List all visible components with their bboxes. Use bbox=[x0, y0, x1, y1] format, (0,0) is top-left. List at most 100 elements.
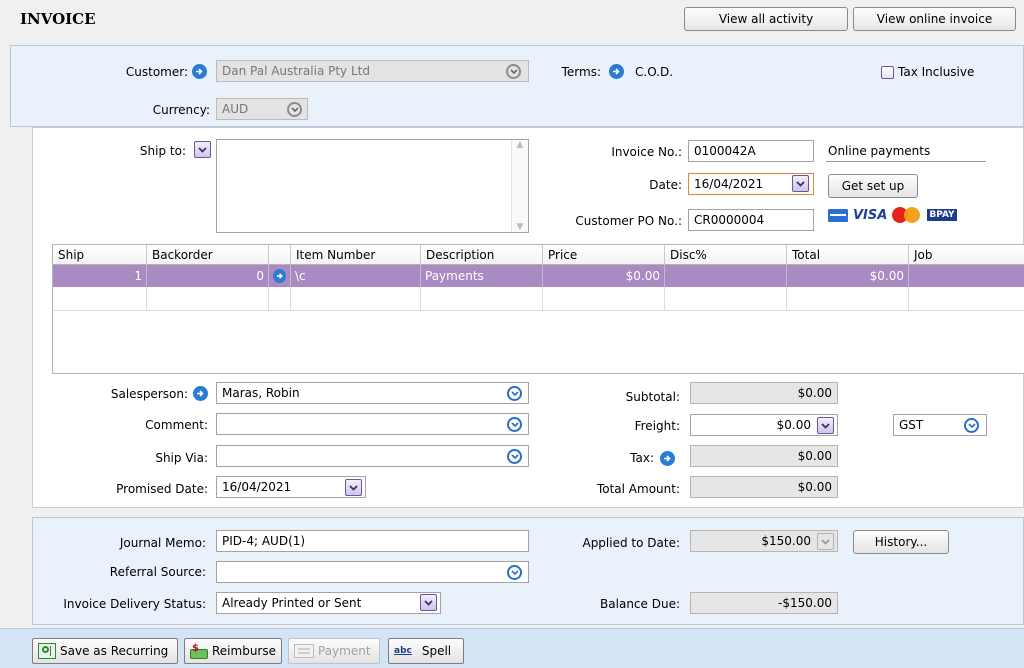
tax-inclusive-checkbox[interactable] bbox=[881, 66, 894, 79]
spell-label: Spell bbox=[421, 644, 452, 658]
customer-dropdown-icon[interactable] bbox=[506, 64, 521, 79]
invoice-no-label: Invoice No.: bbox=[611, 145, 682, 159]
journal-memo-label: Journal Memo: bbox=[119, 536, 206, 550]
promised-date-picker-button[interactable] bbox=[345, 479, 362, 496]
table-row-empty[interactable] bbox=[53, 287, 1024, 311]
invoice-no-value: 0100042A bbox=[694, 144, 756, 158]
col-header-total[interactable]: Total bbox=[787, 245, 909, 265]
empty-cell[interactable] bbox=[147, 287, 269, 311]
empty-cell[interactable] bbox=[543, 287, 665, 311]
cell-link[interactable] bbox=[269, 265, 291, 287]
date-picker-button[interactable] bbox=[792, 175, 809, 192]
salesperson-field[interactable]: Maras, Robin bbox=[216, 382, 529, 404]
empty-cell[interactable] bbox=[421, 287, 543, 311]
window-title: INVOICE bbox=[20, 10, 96, 28]
table-row[interactable]: 1 0 \c Payments $0.00 $0.00 bbox=[53, 265, 1024, 287]
applied-to-date-dropdown-button[interactable] bbox=[817, 533, 834, 550]
col-header-ship[interactable]: Ship bbox=[53, 245, 147, 265]
salesperson-arrow-icon[interactable] bbox=[193, 386, 208, 401]
invoice-no-field[interactable]: 0100042A bbox=[688, 140, 814, 162]
customer-field[interactable]: Dan Pal Australia Pty Ltd bbox=[216, 60, 529, 82]
terms-value: C.O.D. bbox=[635, 65, 674, 79]
referral-source-label: Referral Source: bbox=[109, 565, 206, 579]
referral-source-dropdown-icon[interactable] bbox=[507, 565, 522, 580]
freight-dropdown-button[interactable] bbox=[817, 417, 834, 434]
tax-arrow-icon[interactable] bbox=[660, 451, 675, 466]
subtotal-field: $0.00 bbox=[690, 382, 838, 404]
item-link-arrow-icon[interactable] bbox=[273, 269, 286, 283]
salesperson-label: Salesperson: bbox=[110, 387, 188, 401]
reimburse-icon: $ bbox=[190, 643, 208, 659]
col-header-backorder[interactable]: Backorder bbox=[147, 245, 269, 265]
terms-arrow-icon[interactable] bbox=[609, 64, 624, 79]
save-as-recurring-label: Save as Recurring bbox=[60, 644, 169, 658]
customer-po-field[interactable]: CR0000004 bbox=[688, 209, 814, 231]
scroll-down-icon[interactable]: ▼ bbox=[512, 222, 528, 232]
get-set-up-button[interactable]: Get set up bbox=[828, 174, 918, 198]
spell-button[interactable]: abc Spell bbox=[388, 638, 464, 664]
payment-icon bbox=[294, 644, 314, 658]
delivery-status-dropdown-button[interactable] bbox=[420, 594, 437, 611]
view-all-activity-button[interactable]: View all activity bbox=[684, 7, 848, 31]
payment-logos: VISA BPAY bbox=[828, 207, 957, 223]
ship-to-textarea[interactable]: ▲ ▼ bbox=[216, 139, 529, 233]
ship-via-dropdown-icon[interactable] bbox=[507, 449, 522, 464]
cell-description[interactable]: Payments bbox=[421, 265, 543, 287]
promised-date-field[interactable]: 16/04/2021 bbox=[216, 476, 366, 498]
tax-field: $0.00 bbox=[690, 445, 838, 467]
save-as-recurring-button[interactable]: Save as Recurring bbox=[32, 638, 178, 664]
cell-job[interactable] bbox=[909, 265, 1024, 287]
empty-cell[interactable] bbox=[269, 287, 291, 311]
delivery-status-value: Already Printed or Sent bbox=[222, 596, 362, 610]
empty-cell[interactable] bbox=[787, 287, 909, 311]
payment-label: Payment bbox=[318, 644, 371, 658]
reimburse-button[interactable]: $ Reimburse bbox=[184, 638, 282, 664]
total-amount-value: $0.00 bbox=[797, 480, 832, 494]
ship-via-field[interactable] bbox=[216, 445, 529, 467]
payment-button[interactable]: Payment bbox=[288, 638, 380, 664]
col-header-job[interactable]: Job bbox=[909, 245, 1024, 265]
cell-price[interactable]: $0.00 bbox=[543, 265, 665, 287]
delivery-status-select[interactable]: Already Printed or Sent bbox=[216, 592, 441, 614]
empty-cell[interactable] bbox=[665, 287, 787, 311]
salesperson-dropdown-icon[interactable] bbox=[507, 386, 522, 401]
ship-to-dropdown-button[interactable] bbox=[194, 141, 211, 158]
referral-source-field[interactable] bbox=[216, 561, 529, 583]
customer-po-value: CR0000004 bbox=[694, 213, 765, 227]
customer-arrow-icon[interactable] bbox=[192, 64, 207, 79]
balance-due-field: -$150.00 bbox=[690, 592, 838, 614]
promised-date-value: 16/04/2021 bbox=[222, 480, 292, 494]
col-header-link[interactable] bbox=[269, 245, 291, 265]
cell-disc[interactable] bbox=[665, 265, 787, 287]
col-header-disc[interactable]: Disc% bbox=[665, 245, 787, 265]
tax-inclusive-label: Tax Inclusive bbox=[898, 65, 975, 79]
col-header-item-number[interactable]: Item Number bbox=[291, 245, 421, 265]
col-header-description[interactable]: Description bbox=[421, 245, 543, 265]
scroll-up-icon[interactable]: ▲ bbox=[512, 140, 528, 150]
empty-cell[interactable] bbox=[909, 287, 1024, 311]
view-online-invoice-button[interactable]: View online invoice bbox=[853, 7, 1016, 31]
ship-to-scrollbar[interactable]: ▲ ▼ bbox=[511, 140, 528, 232]
currency-dropdown-icon[interactable] bbox=[287, 102, 302, 117]
empty-cell[interactable] bbox=[291, 287, 421, 311]
cell-total[interactable]: $0.00 bbox=[787, 265, 909, 287]
total-amount-field: $0.00 bbox=[690, 476, 838, 498]
freight-field[interactable]: $0.00 bbox=[690, 414, 838, 436]
bpay-logo: BPAY bbox=[927, 209, 957, 221]
balance-due-value: -$150.00 bbox=[778, 596, 832, 610]
col-header-price[interactable]: Price bbox=[543, 245, 665, 265]
history-button[interactable]: History... bbox=[853, 530, 949, 554]
cell-backorder[interactable]: 0 bbox=[147, 265, 269, 287]
cell-ship[interactable]: 1 bbox=[53, 265, 147, 287]
cell-item-number[interactable]: \c bbox=[291, 265, 421, 287]
comment-dropdown-icon[interactable] bbox=[507, 417, 522, 432]
tax-code-dropdown-icon[interactable] bbox=[964, 418, 979, 433]
journal-memo-field[interactable]: PID-4; AUD(1) bbox=[216, 530, 529, 552]
empty-cell[interactable] bbox=[53, 287, 147, 311]
freight-tax-code-value: GST bbox=[899, 418, 924, 432]
applied-to-date-label: Applied to Date: bbox=[582, 536, 680, 550]
ship-via-label: Ship Via: bbox=[155, 451, 208, 465]
applied-to-date-field: $150.00 bbox=[690, 530, 838, 552]
tax-value: $0.00 bbox=[797, 449, 832, 463]
comment-field[interactable] bbox=[216, 413, 529, 435]
